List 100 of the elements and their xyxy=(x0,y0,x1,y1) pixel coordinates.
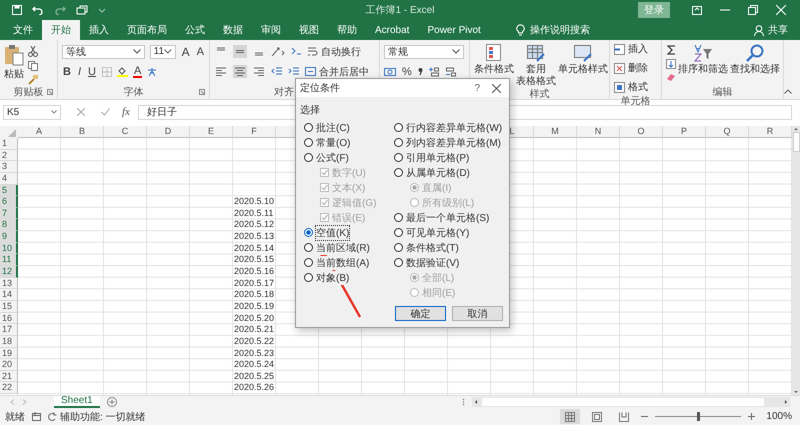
row-header[interactable]: 21 xyxy=(0,370,18,382)
radio-button[interactable] xyxy=(394,153,403,162)
increase-decimal-icon[interactable] xyxy=(428,66,440,76)
option-label[interactable]: 从属单元格(D) xyxy=(406,166,470,180)
horizontal-align-icon[interactable] xyxy=(214,65,228,78)
collapse-ribbon-icon[interactable] xyxy=(784,89,792,94)
page-icon[interactable] xyxy=(32,412,41,421)
ribbon-tab[interactable]: 插入 xyxy=(80,20,118,40)
indent-icon[interactable] xyxy=(290,46,302,57)
option-label[interactable]: 可见单元格(Y) xyxy=(406,226,470,240)
save-icon[interactable] xyxy=(12,5,22,15)
row-header[interactable]: 2 xyxy=(0,150,18,162)
radio-button[interactable] xyxy=(394,123,403,132)
vertical-scrollbar[interactable] xyxy=(792,126,800,395)
copy-icon[interactable] xyxy=(28,61,38,71)
italic-button[interactable]: I xyxy=(76,66,82,78)
paste-button[interactable]: 粘贴 xyxy=(4,44,24,81)
name-box[interactable]: K5 xyxy=(3,104,61,120)
ribbon-tab[interactable]: 视图 xyxy=(290,20,328,40)
option-label[interactable]: 数据验证(V) xyxy=(406,256,460,270)
row-header[interactable]: 1 xyxy=(0,138,18,150)
radio-button[interactable] xyxy=(394,138,403,147)
radio-button[interactable] xyxy=(304,153,313,162)
comma-style-icon[interactable] xyxy=(418,67,423,76)
number-format-field[interactable]: 常规 xyxy=(384,44,464,58)
sum-icon[interactable] xyxy=(666,45,676,55)
ribbon-tab[interactable]: 文件 xyxy=(4,20,42,40)
bold-button[interactable]: B xyxy=(62,66,72,78)
horizontal-align-icon[interactable] xyxy=(252,65,266,78)
dialog-button[interactable]: 确定 xyxy=(395,306,446,321)
row-header[interactable]: 11 xyxy=(0,254,18,266)
radio-button[interactable] xyxy=(394,243,403,252)
insert-function-button[interactable]: fx xyxy=(122,106,130,118)
find-select-button[interactable]: 查找和选择 xyxy=(730,43,780,75)
radio-button[interactable] xyxy=(394,258,403,267)
decrease-decimal-icon[interactable] xyxy=(444,66,457,76)
column-header[interactable]: F xyxy=(233,126,276,138)
radio-button[interactable] xyxy=(304,228,313,237)
undo-icon[interactable] xyxy=(32,5,44,15)
phonetic-icon[interactable] xyxy=(147,66,158,76)
radio-button[interactable] xyxy=(304,273,313,282)
radio-button[interactable] xyxy=(304,243,313,252)
ribbon-tab[interactable]: 帮助 xyxy=(328,20,366,40)
decrease-indent-icon[interactable] xyxy=(271,66,283,77)
option-label[interactable]: 对象(B) xyxy=(316,270,350,284)
column-header[interactable]: D xyxy=(147,126,190,138)
row-header[interactable]: 8 xyxy=(0,219,18,232)
column-header[interactable]: B xyxy=(61,126,104,138)
zoom-level[interactable]: 100% xyxy=(766,411,792,422)
font-name-field[interactable]: 等线 xyxy=(62,44,145,58)
close-icon[interactable] xyxy=(492,84,501,92)
option-label[interactable]: 引用单元格(P) xyxy=(406,150,470,164)
row-header[interactable]: 3 xyxy=(0,161,18,173)
column-header[interactable]: P xyxy=(663,126,706,138)
currency-icon[interactable] xyxy=(384,66,396,76)
fill-down-icon[interactable] xyxy=(666,59,676,69)
row-header[interactable]: 16 xyxy=(0,312,18,324)
cells-menu-button[interactable]: 格式 xyxy=(614,80,657,94)
accessibility-icon[interactable] xyxy=(48,412,57,421)
add-sheet-icon[interactable] xyxy=(106,397,117,407)
scroll-right-icon[interactable] xyxy=(782,398,790,406)
column-header[interactable]: E xyxy=(190,126,233,138)
ribbon-tab[interactable]: 审阅 xyxy=(252,20,290,40)
row-header[interactable]: 9 xyxy=(0,231,18,243)
row-header[interactable]: 15 xyxy=(0,300,18,313)
lightbulb-icon[interactable] xyxy=(516,24,525,36)
cells-menu-button[interactable]: 插入 xyxy=(614,42,657,56)
vertical-align-icon[interactable] xyxy=(233,45,247,58)
option-label[interactable]: 公式(F) xyxy=(316,150,349,164)
row-header[interactable]: 13 xyxy=(0,278,18,290)
row-header[interactable]: 18 xyxy=(0,336,18,348)
option-label[interactable]: 当前数组(A) xyxy=(316,256,370,270)
font-size-field[interactable]: 11 xyxy=(150,44,176,58)
ribbon-tab[interactable]: 数据 xyxy=(214,20,252,40)
column-header[interactable]: M xyxy=(534,126,577,138)
ribbon-tab[interactable]: Power Pivot xyxy=(418,20,490,40)
radio-button[interactable] xyxy=(394,168,403,177)
option-label[interactable]: 空值(K) xyxy=(316,226,350,240)
radio-button[interactable] xyxy=(394,228,403,237)
scroll-thumb[interactable] xyxy=(482,398,764,406)
row-header[interactable]: 22 xyxy=(0,382,18,394)
window-icon[interactable] xyxy=(76,5,88,15)
zoom-out-icon[interactable] xyxy=(641,413,648,420)
row-header[interactable]: 12 xyxy=(0,266,18,278)
share-button[interactable]: 共享 xyxy=(768,23,788,37)
borders-icon[interactable] xyxy=(102,66,112,76)
radio-button[interactable] xyxy=(304,258,313,267)
column-header[interactable]: R xyxy=(749,126,792,138)
merge-center-button[interactable]: 合并后居中 xyxy=(305,64,369,78)
styles-button[interactable]: 套用 表格格式 xyxy=(516,43,556,87)
increase-indent-icon[interactable] xyxy=(288,66,300,77)
tell-me-search[interactable]: 操作说明搜索 xyxy=(530,23,590,37)
ribbon-tab[interactable]: 公式 xyxy=(176,20,214,40)
scissors-icon[interactable] xyxy=(28,46,38,57)
column-header[interactable]: N xyxy=(577,126,620,138)
font-color-button[interactable]: A xyxy=(132,66,142,78)
column-header[interactable]: O xyxy=(620,126,663,138)
cells-menu-button[interactable]: 删除 xyxy=(614,61,657,75)
radio-button[interactable] xyxy=(394,213,403,222)
option-label[interactable]: 最后一个单元格(S) xyxy=(406,210,490,224)
